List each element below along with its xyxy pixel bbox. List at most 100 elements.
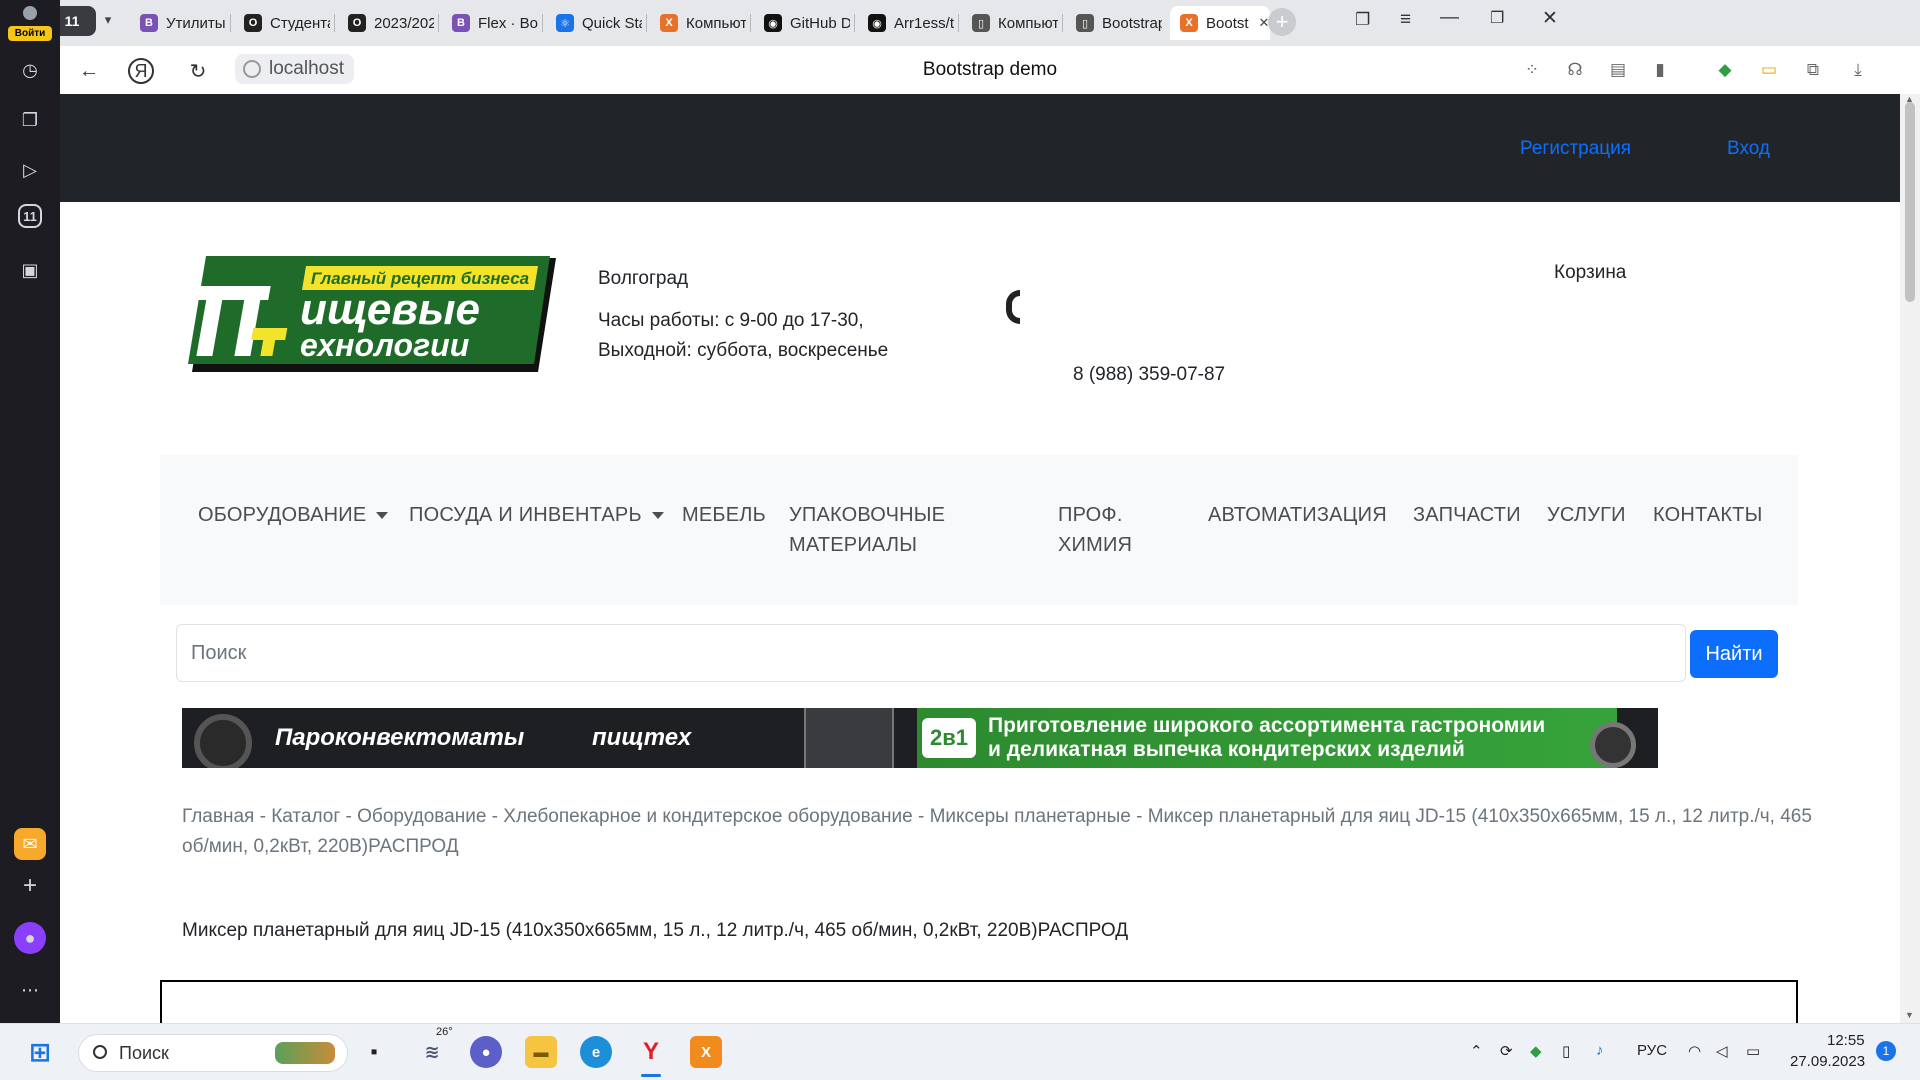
tab-favicon-icon: B [140,14,158,32]
tab-separator [334,14,335,32]
clock-date[interactable]: 27.09.2023 [1790,1053,1865,1070]
browser-tab[interactable]: X Bootst ✕ [1170,6,1270,40]
extension-icon[interactable]: ◆ [1713,58,1737,82]
search-highlight-image [275,1042,335,1064]
page-scrollbar[interactable]: ▲ ▼ [1900,94,1920,1023]
screenshot-icon[interactable]: ▣ [14,254,46,286]
nav-item-services[interactable]: УСЛУГИ [1547,500,1626,530]
xampp-icon[interactable]: X [690,1036,722,1068]
address-bar: ← Я ↻ localhost Bootstrap demo ⁘ ☊ ▤ ▮ ◆… [60,46,1920,94]
promo-banner[interactable]: Пароконвектоматы пищтех 2в1 Приготовлени… [182,708,1658,768]
alice-assistant-icon[interactable]: ● [14,922,46,954]
nav-label: МЕБЕЛЬ [682,504,766,526]
tabs-sidebar-icon[interactable]: ❐ [1355,10,1370,30]
nav-label: ПРОФ. ХИМИЯ [1058,504,1133,556]
tab-separator [958,14,959,32]
tabs-count-icon[interactable]: 11 [18,204,42,228]
browser-tab[interactable]: O 2023/202 [338,6,434,40]
nav-label: ЗАПЧАСТИ [1413,504,1521,526]
taskbar-search[interactable]: Поиск [78,1034,348,1072]
sync-icon[interactable]: ⟳ [1500,1042,1513,1060]
yandex-browser-icon[interactable]: Y [635,1036,667,1068]
close-window-icon[interactable]: ✕ [1542,7,1558,30]
apps-icon[interactable]: ⁘ [1520,58,1544,82]
nav-item-furniture[interactable]: МЕБЕЛЬ [682,500,766,530]
nav-item-packaging[interactable]: УПАКОВОЧНЫЕ МАТЕРИАЛЫ [789,500,969,560]
headphones-icon[interactable]: ☊ [1563,58,1587,82]
tab-label: Arr1ess/t [894,14,954,32]
add-panel-icon[interactable]: + [14,870,46,902]
collections-icon[interactable]: ❐ [14,104,46,136]
language-indicator[interactable]: РУС [1637,1042,1667,1059]
register-link[interactable]: Регистрация [1520,138,1631,160]
browser-tab[interactable]: ▯ Компьюте [962,6,1058,40]
wifi-icon[interactable]: ◠ [1688,1042,1701,1060]
notification-badge[interactable]: 1 [1876,1041,1896,1061]
translate-icon[interactable]: ⧉ [1801,58,1825,82]
task-view-icon[interactable]: ▪ [358,1036,390,1068]
tab-separator [750,14,751,32]
weather-icon[interactable]: ≋ 26° [416,1026,452,1068]
mail-icon[interactable]: ✉ [14,828,46,860]
nav-item-contacts[interactable]: КОНТАКТЫ [1653,500,1763,530]
clock-time[interactable]: 12:55 [1827,1032,1865,1049]
banner-badge: 2в1 [922,718,976,758]
reader-mode-icon[interactable]: ▤ [1606,58,1630,82]
battery-saver-icon[interactable]: ▭ [1757,58,1781,82]
nav-item-equipment[interactable]: ОБОРУДОВАНИЕ [198,500,389,530]
browser-tab[interactable]: ◉ Arr1ess/t [858,6,954,40]
volume-icon[interactable]: ◁ [1716,1042,1728,1060]
search-icon [93,1045,107,1059]
menu-icon[interactable]: ≡ [1400,9,1411,31]
browser-tab[interactable]: ◉ GitHub D [754,6,850,40]
browser-tab[interactable]: ▯ Bootstrap [1066,6,1162,40]
nav-item-parts[interactable]: ЗАПЧАСТИ [1413,500,1521,530]
browser-tab[interactable]: B Утилиты д [130,6,226,40]
video-icon[interactable]: ▷ [14,154,46,186]
browser-tab[interactable]: O Студента [234,6,330,40]
minimize-icon[interactable]: — [1440,7,1459,29]
teams-chat-icon[interactable]: ● [470,1036,502,1068]
history-icon[interactable]: ◷ [14,54,46,86]
tab-separator [230,14,231,32]
windows-start-icon[interactable]: ⊞ [24,1036,56,1068]
tab-separator [438,14,439,32]
app-tray-icon[interactable]: ◆ [1530,1042,1542,1060]
logo-line2: ехнологии [300,327,469,363]
bookmark-icon[interactable]: ▮ [1648,58,1672,82]
cart-link[interactable]: Корзина [1554,258,1626,288]
downloads-icon[interactable]: ⤓ [1846,58,1870,82]
product-details-box [160,980,1798,1023]
more-icon[interactable]: ⋯ [14,974,46,1006]
search-button[interactable]: Найти [1690,630,1778,678]
nav-item-automation[interactable]: АВТОМАТИЗАЦИЯ [1208,500,1387,530]
breadcrumb[interactable]: Главная - Каталог - Оборудование - Хлебо… [182,802,1822,862]
restore-icon[interactable]: ❐ [1490,8,1504,28]
browser-side-rail: Войти ◷ ❐ ▷ 11 ▣ ✉ + ● ⋯ [0,0,60,1023]
login-avatar-button[interactable]: Войти [6,2,54,42]
scroll-thumb[interactable] [1905,102,1915,302]
browser-tab[interactable]: ⚛ Quick Sta [546,6,642,40]
usb-icon[interactable]: ▯ [1562,1042,1570,1060]
nav-item-tableware[interactable]: ПОСУДА И ИНВЕНТАРЬ [409,500,664,530]
phone-number[interactable]: 8 (988) 359-07-87 [1073,360,1225,390]
nav-item-chemistry[interactable]: ПРОФ. ХИМИЯ [1058,500,1158,560]
tray-overflow-icon[interactable]: ⌃ [1470,1042,1483,1060]
tab-favicon-icon: ◉ [868,14,886,32]
site-logo[interactable]: Главный рецепт бизнеса ищевые ехнологии [188,256,558,374]
browser-tab[interactable]: B Flex · Boo [442,6,538,40]
login-link[interactable]: Вход [1727,138,1770,160]
file-explorer-icon[interactable]: ▬ [525,1036,557,1068]
edge-icon[interactable]: e [580,1036,612,1068]
battery-icon[interactable]: ▭ [1746,1042,1760,1060]
chevron-down-icon [376,512,389,520]
browser-tab[interactable]: X Компьют [650,6,746,40]
microphone-icon[interactable]: ♪ [1596,1042,1604,1059]
new-tab-button[interactable]: + [1268,8,1296,36]
tabs-dropdown-icon[interactable]: ▾ [98,12,118,32]
page-title: Bootstrap demo [922,59,1058,80]
phone-icon [1006,290,1020,324]
scroll-down-icon[interactable]: ▼ [1905,1010,1914,1020]
tab-favicon-icon: B [452,14,470,32]
search-input[interactable] [176,624,1686,682]
